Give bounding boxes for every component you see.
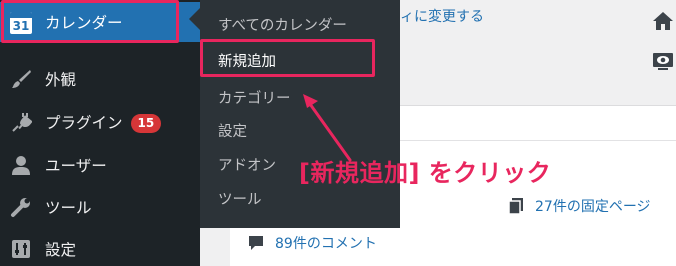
- comments-count-label: 89件のコメント: [275, 236, 377, 252]
- sidebar-item-label-row: プラグイン 15: [45, 111, 162, 133]
- home-icon[interactable]: [652, 10, 674, 32]
- paintbrush-icon: [12, 70, 31, 88]
- highlight-outline-add-new: [200, 39, 375, 77]
- calendar-submenu: すべてのカレンダー 新規追加 カテゴリー 設定 アドオン ツール: [200, 0, 400, 228]
- wrench-icon: [11, 198, 30, 217]
- sidebar-item-label: 設定: [45, 241, 77, 259]
- submenu-item-addons[interactable]: アドオン: [218, 154, 276, 175]
- plugin-icon: [12, 113, 32, 132]
- user-icon: [12, 156, 30, 175]
- comments-count-link[interactable]: 89件のコメント: [247, 233, 377, 253]
- instruction-callout: [新規追加] をクリック: [299, 159, 552, 187]
- submenu-item-categories[interactable]: カテゴリー: [218, 87, 291, 108]
- submenu-pointer: [189, 8, 200, 30]
- sidebar-item-label: ユーザー: [45, 157, 107, 175]
- submenu-item-tools[interactable]: ツール: [218, 188, 262, 209]
- sidebar-item-appearance[interactable]: 外観: [0, 59, 200, 99]
- sidebar-item-users[interactable]: ユーザー: [0, 145, 200, 185]
- content-top-link[interactable]: ィに変更する: [400, 6, 630, 26]
- pages-count-label: 27件の固定ページ: [535, 199, 651, 215]
- sidebar-item-label: ツール: [45, 199, 92, 217]
- pages-count-link[interactable]: 27件の固定ページ: [507, 196, 651, 216]
- pages-icon: [508, 198, 523, 215]
- sidebar-item-settings[interactable]: 設定: [0, 229, 200, 266]
- preview-icon[interactable]: [652, 50, 674, 72]
- highlight-outline-calendar: [1, 0, 179, 43]
- submenu-item-all-calendars[interactable]: すべてのカレンダー: [218, 14, 347, 35]
- submenu-item-settings[interactable]: 設定: [218, 120, 247, 141]
- update-count-badge: 15: [130, 114, 162, 133]
- settings-icon: [12, 240, 30, 258]
- sidebar-item-plugins[interactable]: プラグイン 15: [0, 102, 200, 142]
- sidebar-item-tools[interactable]: ツール: [0, 187, 200, 227]
- comment-icon: [249, 236, 263, 250]
- sidebar-item-label: 外観: [45, 71, 77, 89]
- sidebar-item-label: プラグイン: [45, 114, 123, 132]
